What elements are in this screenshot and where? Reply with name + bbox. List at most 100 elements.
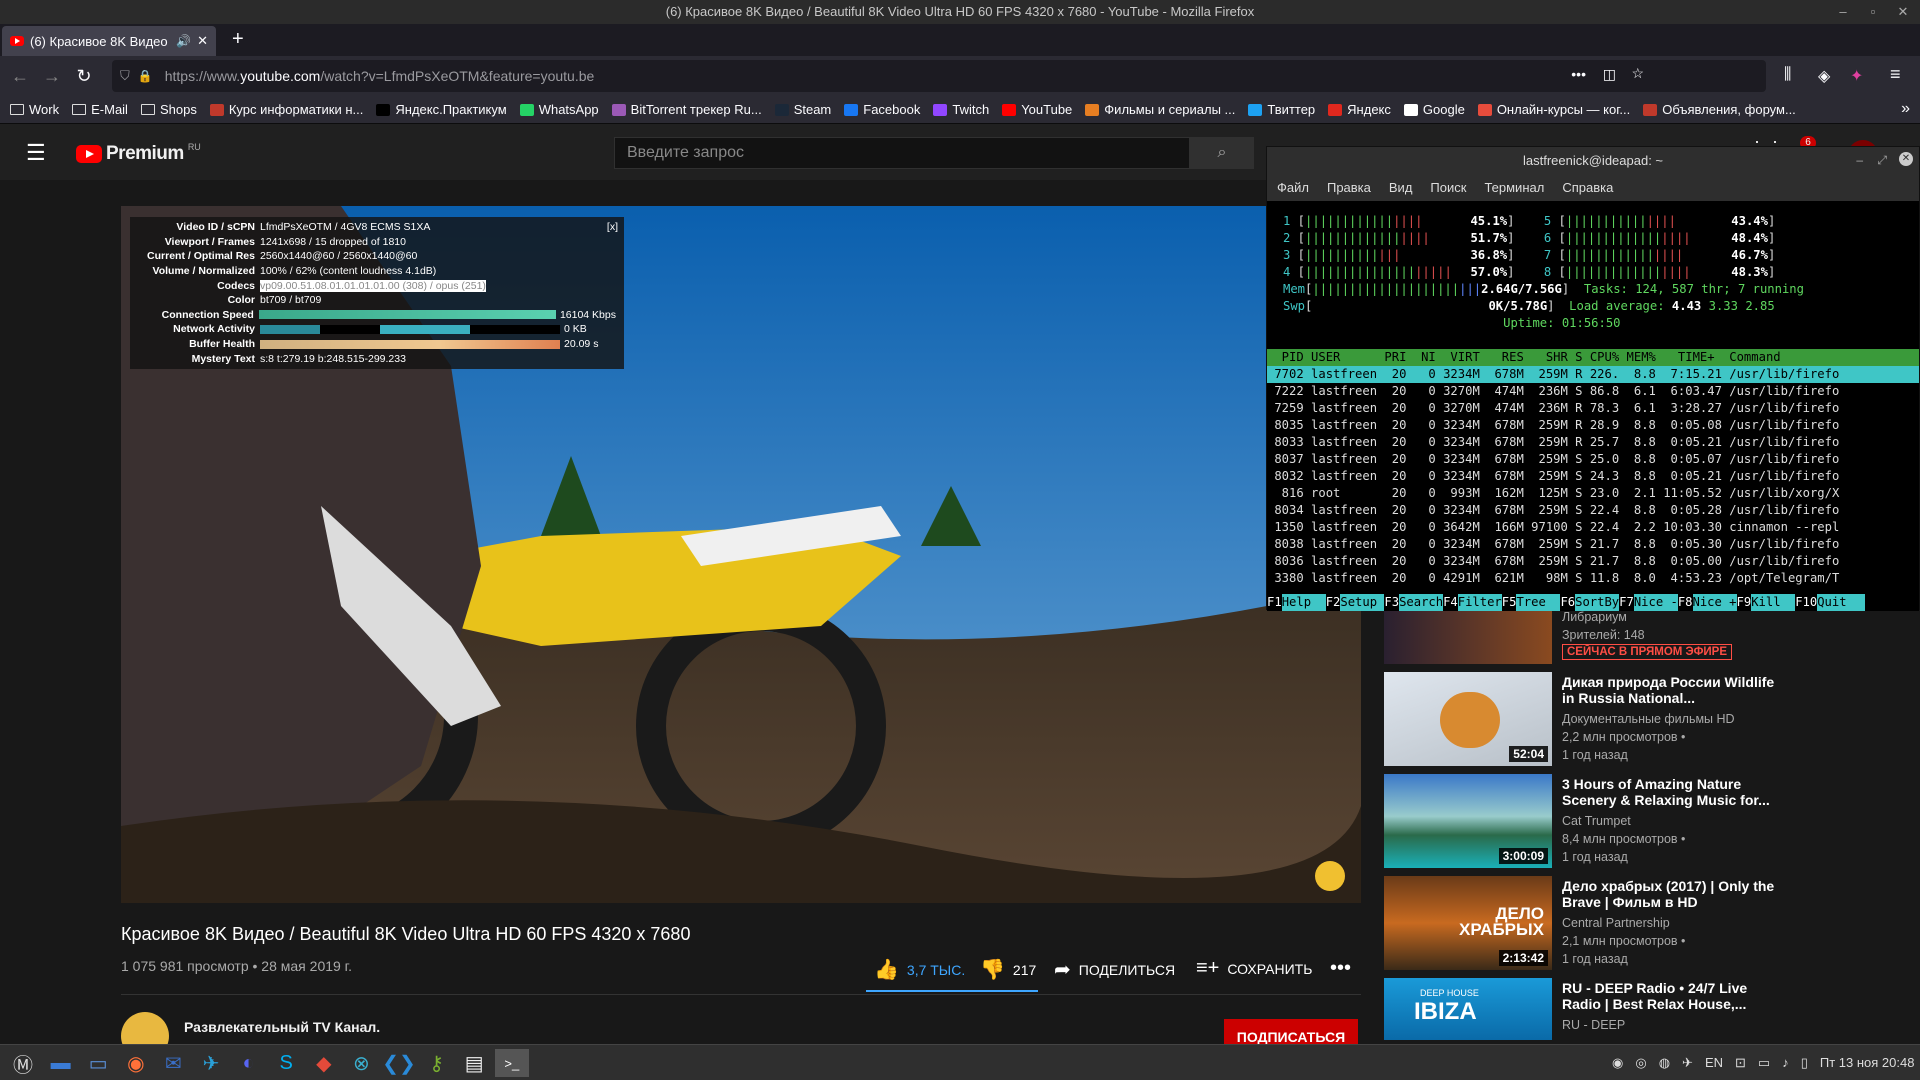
bookmark-item[interactable]: Объявления, форум... — [1643, 102, 1796, 117]
fkey-action[interactable]: Setup — [1340, 594, 1385, 611]
lock-icon[interactable]: 🔒 — [138, 69, 153, 83]
discord-icon[interactable]: ◐ — [232, 1049, 266, 1077]
extension-shield-icon[interactable]: ◈ — [1818, 66, 1830, 86]
stats-close-button[interactable]: [x] — [607, 221, 618, 233]
fkey-action[interactable]: SortBy — [1575, 594, 1619, 611]
sidebar-video[interactable]: 52:04 Дикая природа России Wildlife in R… — [1384, 672, 1904, 768]
sidebar-video[interactable]: DEEP HOUSE IBIZA RU - DEEP Radio • 24/7 … — [1384, 978, 1904, 1040]
shield-icon[interactable]: ⛉ — [120, 68, 130, 84]
network-tray-icon[interactable]: ◍ — [1659, 1055, 1670, 1071]
search-button[interactable]: ⌕ — [1190, 137, 1254, 169]
process-row[interactable]: 8035 lastfreen 20 0 3234M 678M 259M R 28… — [1267, 417, 1919, 434]
firefox-tray-icon[interactable]: ◎ — [1635, 1055, 1646, 1071]
terminal-menu-item[interactable]: Правка — [1327, 180, 1371, 195]
more-options-icon[interactable]: ••• — [1330, 957, 1351, 980]
bookmark-item[interactable]: Яндекс — [1328, 102, 1391, 117]
volume-tray-icon[interactable]: ♪ — [1782, 1055, 1789, 1071]
terminal-icon[interactable]: >_ — [494, 1049, 529, 1077]
process-row[interactable]: 8037 lastfreen 20 0 3234M 678M 259M S 25… — [1267, 451, 1919, 468]
skype-icon[interactable]: S — [269, 1049, 303, 1077]
more-actions-icon[interactable]: ••• — [1571, 66, 1586, 82]
sidebar-video[interactable]: 3:00:09 3 Hours of Amazing Nature Scener… — [1384, 774, 1904, 870]
hamburger-icon[interactable]: ☰ — [26, 140, 46, 166]
vscode-icon[interactable]: ❮❯ — [382, 1049, 416, 1077]
reload-icon[interactable]: ↻ — [68, 60, 100, 92]
speaker-icon[interactable]: 🔊 — [176, 34, 191, 48]
close-tab-icon[interactable]: ✕ — [197, 33, 208, 49]
fkey-action[interactable]: Help — [1281, 594, 1326, 611]
bookmark-item[interactable]: Facebook — [844, 102, 920, 117]
discord-tray-icon[interactable]: ◉ — [1612, 1055, 1623, 1071]
fkey-action[interactable]: Nice - — [1633, 594, 1678, 611]
bookmark-item[interactable]: BitTorrent трекер Ru... — [611, 102, 762, 117]
save-button[interactable]: ≡+ СОХРАНИТЬ — [1196, 957, 1312, 980]
notifications-tray-icon[interactable]: ▭ — [1758, 1055, 1770, 1071]
extension-icon[interactable]: ✦ — [1850, 66, 1863, 86]
share-button[interactable]: ➦ ПОДЕЛИТЬСЯ — [1054, 957, 1175, 982]
terminal-menu-item[interactable]: Терминал — [1484, 180, 1544, 195]
terminal-close-button[interactable]: ✕ — [1899, 152, 1913, 166]
bookmark-item[interactable]: Work — [10, 102, 59, 117]
process-row[interactable]: 3380 lastfreen 20 0 4291M 621M 98M S 11.… — [1267, 570, 1919, 587]
git-icon[interactable]: ◆ — [307, 1049, 341, 1077]
keys-icon[interactable]: ⚷ — [420, 1049, 454, 1077]
sidebar-video[interactable]: ДЕЛО ХРАБРЫХ 2:13:42 Дело храбрых (2017)… — [1384, 876, 1904, 972]
youtube-logo[interactable]: Premium RU — [76, 142, 201, 165]
fkey-action[interactable]: Quit — [1817, 594, 1866, 611]
text-editor-icon[interactable]: ▤ — [457, 1049, 491, 1077]
process-row[interactable]: 816 root 20 0 993M 162M 125M S 23.0 2.1 … — [1267, 485, 1919, 502]
terminal-menu-item[interactable]: Файл — [1277, 180, 1309, 195]
bookmark-item[interactable]: YouTube — [1002, 102, 1072, 117]
search-input[interactable]: Введите запрос — [614, 137, 1190, 169]
menu-icon[interactable]: Ⓜ — [6, 1049, 40, 1077]
maximize-button[interactable]: ▫ — [1858, 0, 1888, 24]
thunderbird-icon[interactable]: ✉ — [156, 1049, 190, 1077]
telegram-icon[interactable]: ✈ — [194, 1049, 228, 1077]
process-row[interactable]: 8033 lastfreen 20 0 3234M 678M 259M R 25… — [1267, 434, 1919, 451]
bookmark-item[interactable]: Фильмы и сериалы ... — [1085, 102, 1235, 117]
process-row[interactable]: 7222 lastfreen 20 0 3270M 474M 236M S 86… — [1267, 383, 1919, 400]
process-row[interactable]: 7702 lastfreen 20 0 3234M 678M 259M R 22… — [1267, 366, 1919, 383]
url-bar[interactable]: ⛉ 🔒 https://www.youtube.com/watch?v=Lfmd… — [112, 60, 1766, 92]
channel-name[interactable]: Развлекательный TV Канал. — [184, 1019, 380, 1035]
desktop-icon[interactable]: ▬ — [44, 1049, 78, 1077]
clock[interactable]: Пт 13 ноя 20:48 — [1820, 1055, 1915, 1071]
bookmark-item[interactable]: Google — [1403, 102, 1465, 117]
bookmarks-overflow-icon[interactable]: » — [1901, 100, 1910, 118]
dislike-button[interactable]: 👎 217 — [980, 957, 1036, 982]
process-row[interactable]: 7259 lastfreen 20 0 3270M 474M 236M R 78… — [1267, 400, 1919, 417]
bookmark-star-icon[interactable]: ☆ — [1631, 65, 1644, 82]
terminal-menu-item[interactable]: Вид — [1389, 180, 1413, 195]
bookmark-item[interactable]: WhatsApp — [519, 102, 599, 117]
forward-icon[interactable]: → — [36, 60, 68, 92]
bookmark-item[interactable]: Яндекс.Практикум — [376, 102, 507, 117]
bookmark-item[interactable]: Shops — [140, 102, 197, 117]
fkey-action[interactable]: Kill — [1751, 594, 1796, 611]
terminal-minimize-button[interactable]: – — [1856, 153, 1863, 167]
terminal-menu-item[interactable]: Справка — [1562, 180, 1613, 195]
bookmark-item[interactable]: E-Mail — [72, 102, 128, 117]
bookmark-item[interactable]: Курс информатики н... — [209, 102, 363, 117]
fkey-action[interactable]: Nice + — [1692, 594, 1737, 611]
menu-icon[interactable]: ≡ — [1890, 64, 1901, 85]
bookmark-item[interactable]: Твиттер — [1248, 102, 1315, 117]
keyboard-layout[interactable]: EN — [1705, 1055, 1723, 1071]
process-row[interactable]: 8032 lastfreen 20 0 3234M 678M 259M S 24… — [1267, 468, 1919, 485]
back-icon[interactable]: ← — [4, 60, 36, 92]
library-icon[interactable]: ⫼ — [1784, 66, 1791, 84]
terminal-menu-item[interactable]: Поиск — [1430, 180, 1466, 195]
tab-youtube[interactable]: (6) Красивое 8K Видео 🔊 ✕ — [2, 26, 216, 56]
terminal-maximize-button[interactable]: ⤢ — [1877, 153, 1887, 168]
fkey-action[interactable]: Search — [1399, 594, 1443, 611]
process-row[interactable]: 8036 lastfreen 20 0 3234M 678M 259M S 21… — [1267, 553, 1919, 570]
firefox-icon[interactable]: ◉ — [119, 1049, 153, 1077]
process-row[interactable]: 8038 lastfreen 20 0 3234M 678M 259M S 21… — [1267, 536, 1919, 553]
process-row[interactable]: 1350 lastfreen 20 0 3642M 166M 97100 S 2… — [1267, 519, 1919, 536]
fkey-action[interactable]: Tree — [1516, 594, 1561, 611]
htop-output[interactable]: 1 [|||||||||||||||| 45.1%] 5 [||||||||||… — [1267, 201, 1919, 611]
sidebar-video-live[interactable]: Либрариум Зрителей: 148 СЕЙЧАС В ПРЯМОМ … — [1384, 600, 1904, 664]
keepass-icon[interactable]: ⊗ — [344, 1049, 378, 1077]
battery-tray-icon[interactable]: ▯ — [1801, 1055, 1808, 1071]
telegram-tray-icon[interactable]: ✈ — [1682, 1055, 1693, 1071]
files-icon[interactable]: ▭ — [81, 1049, 115, 1077]
